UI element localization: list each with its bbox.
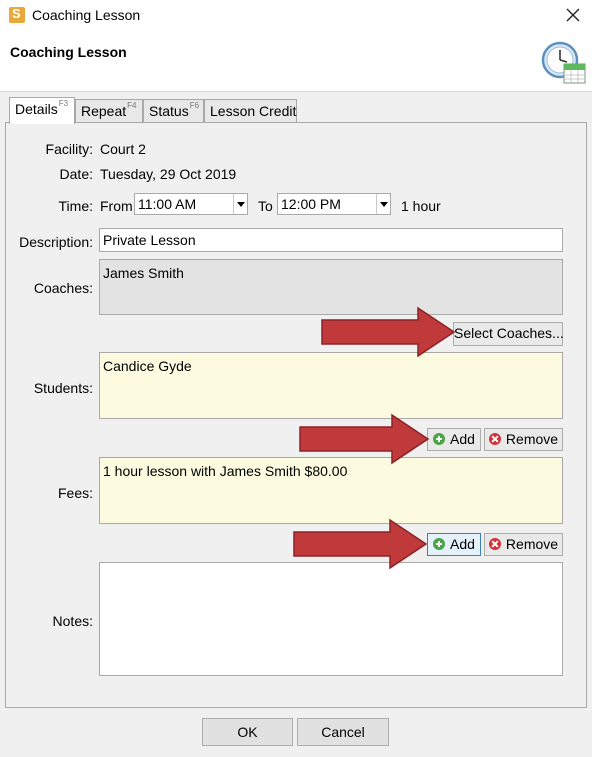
close-icon[interactable] (562, 4, 584, 26)
tab-status-label: Status (149, 103, 189, 119)
tab-status-shortcut: F6 (189, 101, 200, 110)
tab-details-label: Details (15, 101, 58, 117)
facility-label: Facility: (45, 141, 93, 157)
to-label: To (258, 198, 273, 214)
tab-repeat-label: Repeat (81, 103, 127, 119)
tab-repeat-shortcut: F4 (127, 101, 137, 110)
description-label: Description: (19, 234, 93, 250)
chevron-down-icon[interactable] (376, 194, 390, 214)
remove-fee-label: Remove (505, 536, 559, 552)
fees-list[interactable]: 1 hour lesson with James Smith $80.00 (99, 457, 563, 524)
date-value: Tuesday, 29 Oct 2019 (100, 166, 237, 182)
tab-lesson-credit-label: Lesson Credit (210, 103, 297, 119)
dialog-header (0, 30, 592, 92)
notes-textarea[interactable] (99, 562, 563, 676)
remove-icon (488, 433, 501, 445)
from-time-value: 11:00 AM (138, 196, 197, 212)
window-title: Coaching Lesson (32, 7, 141, 23)
to-time-value: 12:00 PM (281, 196, 341, 212)
annotation-arrow-add-fee (293, 518, 428, 570)
tab-details[interactable]: DetailsF3 (9, 97, 75, 124)
tab-lesson-credit[interactable]: Lesson Credit (204, 99, 297, 123)
to-time-select[interactable]: 12:00 PM (277, 193, 391, 215)
add-fee-button[interactable]: Add (427, 533, 481, 556)
remove-icon (488, 538, 501, 550)
from-time-select[interactable]: 11:00 AM (134, 193, 248, 215)
add-fee-label: Add (450, 536, 475, 552)
facility-value: Court 2 (100, 141, 146, 157)
notes-label: Notes: (52, 613, 93, 629)
time-label: Time: (58, 198, 93, 214)
duration-text: 1 hour (401, 198, 441, 214)
date-label: Date: (59, 166, 93, 182)
cancel-button[interactable]: Cancel (297, 718, 389, 746)
add-icon (433, 538, 446, 550)
annotation-arrow-add-student (299, 413, 430, 465)
remove-fee-button[interactable]: Remove (484, 533, 563, 556)
app-logo-icon (9, 6, 25, 23)
select-coaches-button[interactable]: Select Coaches... (453, 322, 564, 346)
add-student-button[interactable]: Add (427, 428, 481, 451)
add-icon (433, 433, 446, 445)
fees-label: Fees: (57, 485, 93, 501)
tab-status[interactable]: StatusF6 (143, 99, 204, 123)
ok-button[interactable]: OK (202, 718, 293, 746)
description-input[interactable]: Private Lesson (99, 228, 563, 252)
tab-details-shortcut: F3 (58, 99, 69, 108)
from-label: From (100, 198, 133, 214)
remove-student-button[interactable]: Remove (484, 428, 563, 451)
header-title: Coaching Lesson (10, 44, 127, 60)
tab-repeat[interactable]: RepeatF4 (75, 99, 143, 123)
students-label: Students: (33, 380, 93, 396)
clock-calendar-icon (540, 40, 588, 86)
add-student-label: Add (450, 431, 475, 447)
chevron-down-icon[interactable] (233, 194, 247, 214)
remove-student-label: Remove (505, 431, 559, 447)
coaches-label: Coaches: (33, 280, 93, 296)
annotation-arrow-select-coaches (321, 306, 456, 358)
students-list[interactable]: Candice Gyde (99, 352, 563, 419)
